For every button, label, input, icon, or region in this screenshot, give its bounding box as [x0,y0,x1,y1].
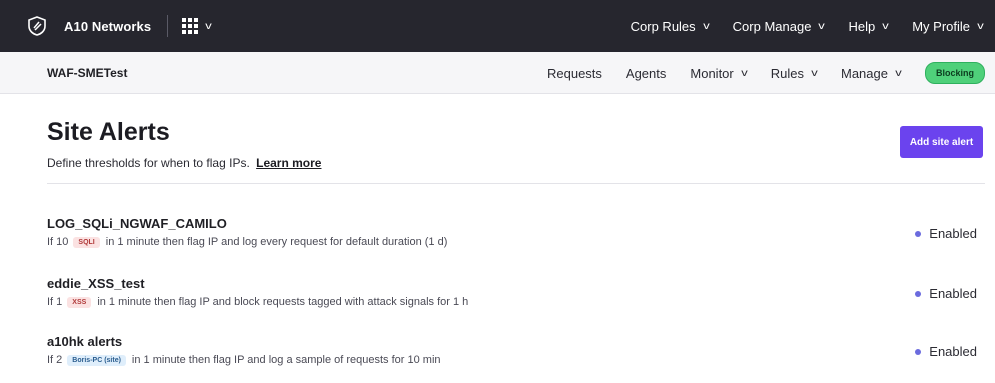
status-label: Enabled [929,286,977,301]
menu-label: Manage [841,65,888,81]
alert-action: in 1 minute then flag IP and log every r… [105,236,448,248]
status-label: Enabled [929,344,977,359]
menu-help[interactable]: Help v [848,18,889,34]
signal-tag: XSS [67,296,92,308]
site-menu-agents[interactable]: Agents [626,66,666,81]
page-subtitle: Define thresholds for when to flag IPs. … [47,156,321,170]
alert-item[interactable]: eddie_XSS_test If 1 XSS in 1 minute then… [47,276,985,320]
alert-description: If 2 Boris-PC (site) in 1 minute then fl… [47,354,985,366]
site-name[interactable]: WAF-SMETest [47,66,127,80]
alert-status: Enabled [915,344,977,359]
menu-label: Help [848,18,876,34]
status-label: Enabled [929,226,977,241]
chevron-down-icon: v [811,67,818,79]
add-site-alert-button[interactable]: Add site alert [900,126,983,158]
menu-label: Rules [770,65,804,81]
chevron-down-icon: v [882,20,889,32]
menu-label: Monitor [690,65,734,81]
menu-corp-manage[interactable]: Corp Manage v [732,18,826,34]
a10-logo-icon [24,13,50,39]
chevron-down-icon: v [702,20,710,32]
site-menu-monitor[interactable]: Monitor v [690,65,748,81]
alert-name[interactable]: a10hk alerts [47,334,985,349]
signal-tag: Boris-PC (site) [67,354,126,366]
menu-label: Requests [546,65,602,81]
top-nav: A10 Networks v Corp Rules v Corp Manage … [0,0,995,52]
app-switcher[interactable]: v [182,18,212,34]
alert-threshold: If 1 [47,296,63,308]
chevron-down-icon: v [205,20,212,32]
alert-status: Enabled [915,226,977,241]
site-menu-requests[interactable]: Requests [547,66,602,81]
alert-description: If 1 XSS in 1 minute then flag IP and bl… [47,296,985,308]
alert-threshold: If 10 [47,236,69,248]
menu-my-profile[interactable]: My Profile v [912,18,984,34]
menu-label: My Profile [912,18,970,34]
alert-item[interactable]: a10hk alerts If 2 Boris-PC (site) in 1 m… [47,334,985,378]
chevron-down-icon: v [818,20,826,32]
top-menu: Corp Rules v Corp Manage v Help v My Pro… [631,0,995,52]
header-divider [47,183,985,184]
blocking-mode-badge[interactable]: Blocking [924,62,985,84]
grid-icon [182,18,199,34]
learn-more-link[interactable]: Learn more [256,156,321,170]
alert-action: in 1 minute then flag IP and block reque… [97,296,469,308]
alert-status: Enabled [915,286,977,301]
nav-divider [167,15,169,37]
site-menu: Requests Agents Monitor v Rules v Manage… [523,52,985,94]
alert-threshold: If 2 [47,354,63,366]
site-menu-rules[interactable]: Rules v [770,65,818,81]
menu-label: Corp Rules [630,18,696,34]
site-menu-manage[interactable]: Manage v [841,65,902,81]
menu-label: Corp Manage [732,18,812,34]
chevron-down-icon: v [977,20,984,32]
menu-label: Agents [625,65,667,81]
signal-tag: SQLI [73,236,100,248]
brand[interactable]: A10 Networks [24,13,151,39]
subtitle-text: Define thresholds for when to flag IPs. [47,156,250,170]
alert-description: If 10 SQLI in 1 minute then flag IP and … [47,236,985,248]
chevron-down-icon: v [895,67,902,79]
status-dot-icon [915,230,922,237]
page-title: Site Alerts [47,118,170,146]
alert-item[interactable]: LOG_SQLi_NGWAF_CAMILO If 10 SQLI in 1 mi… [47,216,985,260]
brand-name: A10 Networks [64,18,152,34]
status-dot-icon [915,348,922,355]
chevron-down-icon: v [741,67,748,79]
alert-name[interactable]: LOG_SQLi_NGWAF_CAMILO [47,216,985,231]
menu-corp-rules[interactable]: Corp Rules v [630,18,710,34]
alert-action: in 1 minute then flag IP and log a sampl… [131,354,441,366]
alert-name[interactable]: eddie_XSS_test [47,276,985,291]
status-dot-icon [915,290,922,297]
site-nav: WAF-SMETest Requests Agents Monitor v Ru… [0,52,995,94]
